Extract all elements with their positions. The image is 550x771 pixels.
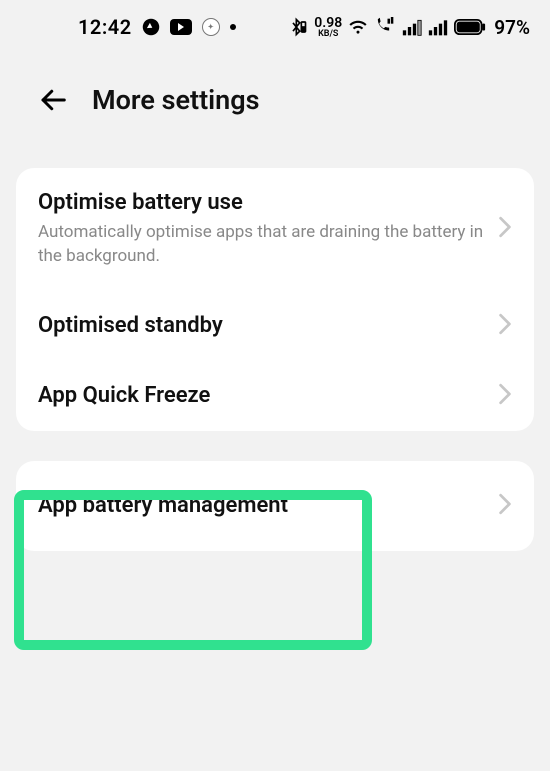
battery-icon: [454, 18, 486, 36]
item-optimised-standby[interactable]: Optimised standby: [16, 291, 534, 361]
signal-sim2-icon: [428, 18, 448, 36]
app-notification-icon-2: ✦: [202, 18, 220, 36]
status-time: 12:42: [78, 15, 132, 39]
volte-icon: [374, 17, 396, 37]
item-title: App Quick Freeze: [38, 383, 486, 408]
bluetooth-battery-icon: [288, 17, 308, 37]
signal-sim1-icon: [402, 18, 422, 36]
chevron-right-icon: [498, 493, 512, 519]
chevron-right-icon: [498, 383, 512, 409]
network-speed: 0.98 KB/S: [314, 16, 342, 39]
page-title: More settings: [92, 84, 260, 116]
wifi-icon: [348, 17, 368, 37]
item-title: App battery management: [38, 493, 486, 518]
app-notification-icon-1: [142, 18, 160, 36]
item-optimise-battery-use[interactable]: Optimise battery use Automatically optim…: [16, 168, 534, 291]
item-title: Optimised standby: [38, 313, 486, 338]
item-app-quick-freeze[interactable]: App Quick Freeze: [16, 361, 534, 431]
youtube-icon: [170, 19, 192, 35]
settings-group-2: App battery management: [16, 461, 534, 551]
status-bar: 12:42 ✦ 0.98 KB/S: [0, 0, 550, 54]
more-notifications-dot: [230, 24, 236, 30]
header: More settings: [0, 54, 550, 136]
chevron-right-icon: [498, 216, 512, 242]
chevron-right-icon: [498, 313, 512, 339]
settings-group-1: Optimise battery use Automatically optim…: [16, 168, 534, 431]
item-subtitle: Automatically optimise apps that are dra…: [38, 221, 486, 269]
battery-percent: 97%: [494, 16, 530, 39]
item-app-battery-management[interactable]: App battery management: [16, 461, 534, 551]
item-title: Optimise battery use: [38, 190, 486, 215]
back-arrow-icon[interactable]: [38, 85, 68, 115]
